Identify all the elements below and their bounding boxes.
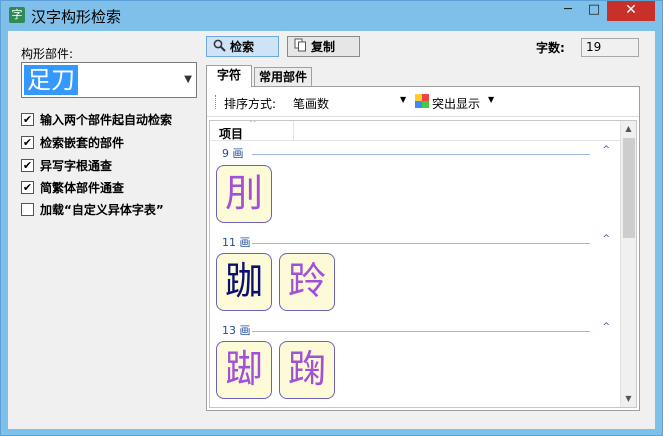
- stroke-group-header: 9 画 ^: [222, 145, 612, 161]
- search-button-label: 检索: [230, 40, 255, 54]
- checkbox-unchecked[interactable]: [21, 202, 34, 216]
- palette-icon[interactable]: [415, 94, 429, 108]
- copy-icon: [294, 38, 307, 55]
- character-tile[interactable]: 踘: [279, 341, 335, 399]
- highlight-dropdown-icon[interactable]: ▼: [488, 95, 494, 104]
- option-label[interactable]: 简繁体部件通查: [40, 179, 124, 196]
- character-tile[interactable]: 踋: [216, 341, 272, 399]
- character-tile[interactable]: 跏: [216, 253, 272, 311]
- minimize-button[interactable]: ─: [555, 1, 581, 21]
- sort-label: 排序方式:: [224, 97, 277, 111]
- checkbox-checked[interactable]: ✔: [21, 135, 34, 149]
- checkbox-checked[interactable]: ✔: [21, 112, 34, 126]
- scroll-thumb[interactable]: [623, 138, 635, 238]
- option-label[interactable]: 异写字根通查: [40, 157, 112, 174]
- tab-characters[interactable]: 字符: [206, 65, 252, 87]
- group-divider: [252, 243, 590, 244]
- checkbox-checked[interactable]: ✔: [21, 158, 34, 172]
- stroke-group-label: 9 画: [222, 147, 247, 161]
- option-row[interactable]: ✔ 输入两个部件起自动检索: [21, 111, 172, 127]
- app-icon: 字: [9, 7, 25, 23]
- char-count-value: 19: [581, 38, 639, 57]
- option-row[interactable]: ✔ 简繁体部件通查: [21, 179, 124, 195]
- option-row[interactable]: 加载“自定义异体字表”: [21, 201, 164, 217]
- copy-button-label: 复制: [311, 40, 336, 54]
- tab-common-parts[interactable]: 常用部件: [254, 67, 312, 87]
- group-divider: [252, 331, 590, 332]
- char-count-label: 字数:: [536, 41, 565, 55]
- sort-toolbar: 排序方式: 笔画数 ▼ 突出显示 ▼: [207, 87, 639, 117]
- collapse-group-icon[interactable]: ^: [602, 234, 610, 244]
- app-window: 字 汉字构形检索 ─ □ ✕ 构形部件: 足刀 ▼ ✔ 输入两个部件起自动检索 ✔ 检…: [0, 0, 663, 436]
- results-panel: 排序方式: 笔画数 ▼ 突出显示 ▼ 项目 ^ 9 画 ^ 刖 11 画 ^ 跏跉 13 画…: [206, 86, 640, 411]
- character-tile[interactable]: 跉: [279, 253, 335, 311]
- vertical-scrollbar[interactable]: ▲ ▼: [620, 121, 636, 407]
- search-button[interactable]: 检索: [206, 36, 279, 57]
- sort-ascending-icon: ^: [249, 120, 257, 129]
- scroll-down-icon[interactable]: ▼: [621, 391, 636, 407]
- option-label[interactable]: 输入两个部件起自动检索: [40, 111, 172, 128]
- column-separator[interactable]: [293, 121, 294, 141]
- window-title: 汉字构形检索: [31, 8, 122, 26]
- column-header-label[interactable]: 项目: [219, 125, 243, 142]
- group-divider: [252, 154, 590, 155]
- client-area: 构形部件: 足刀 ▼ ✔ 输入两个部件起自动检索 ✔ 检索嵌套的部件 ✔ 异写字根通查 ✔ 简…: [8, 31, 655, 429]
- option-row[interactable]: ✔ 检索嵌套的部件: [21, 134, 124, 150]
- stroke-group-label: 13 画: [222, 324, 254, 338]
- results-list[interactable]: 项目 ^ 9 画 ^ 刖 11 画 ^ 跏跉 13 画 ^ 踋踘 ▲ ▼: [209, 120, 637, 408]
- title-bar[interactable]: 字 汉字构形检索 ─ □ ✕: [1, 1, 662, 31]
- stroke-group-header: 13 画 ^: [222, 322, 612, 338]
- parts-label: 构形部件:: [21, 47, 74, 61]
- option-label[interactable]: 检索嵌套的部件: [40, 134, 124, 151]
- copy-button[interactable]: 复制: [287, 36, 360, 57]
- option-row[interactable]: ✔ 异写字根通查: [21, 157, 112, 173]
- parts-combobox[interactable]: 足刀 ▼: [21, 62, 197, 98]
- checkbox-checked[interactable]: ✔: [21, 180, 34, 194]
- scroll-up-icon[interactable]: ▲: [621, 121, 636, 137]
- stroke-group-label: 11 画: [222, 236, 254, 250]
- character-tile[interactable]: 刖: [216, 165, 272, 223]
- collapse-group-icon[interactable]: ^: [602, 322, 610, 332]
- highlight-button[interactable]: 突出显示: [432, 95, 480, 112]
- magnifier-icon: [213, 39, 226, 55]
- close-button[interactable]: ✕: [607, 1, 655, 21]
- collapse-group-icon[interactable]: ^: [602, 145, 610, 155]
- column-header[interactable]: 项目 ^: [210, 121, 620, 141]
- sort-dropdown-icon[interactable]: ▼: [400, 95, 406, 104]
- parts-value[interactable]: 足刀: [24, 65, 78, 95]
- option-label[interactable]: 加载“自定义异体字表”: [40, 201, 164, 218]
- toolbar-grip[interactable]: [215, 95, 218, 109]
- maximize-button[interactable]: □: [581, 1, 607, 21]
- chevron-down-icon[interactable]: ▼: [184, 74, 192, 85]
- stroke-group-header: 11 画 ^: [222, 234, 612, 250]
- sort-select[interactable]: 笔画数: [293, 95, 329, 112]
